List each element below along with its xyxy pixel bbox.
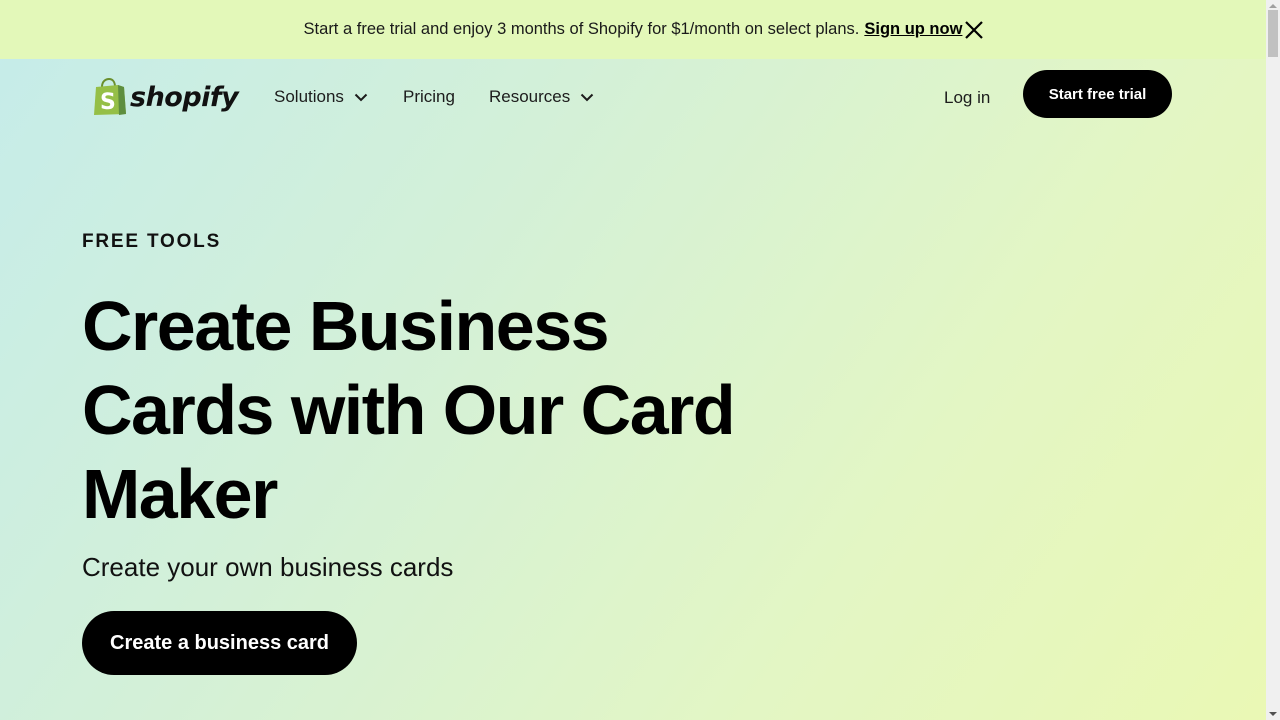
shopify-logo[interactable]: S shopify	[93, 78, 239, 116]
scrollbar-thumb[interactable]	[1268, 10, 1278, 57]
create-business-card-button[interactable]: Create a business card	[82, 611, 357, 675]
chevron-down-icon	[354, 93, 368, 101]
headline-line: Cards with Our Card	[82, 371, 736, 449]
subheading: Create your own business cards	[82, 552, 454, 582]
login-link[interactable]: Log in	[944, 88, 990, 108]
promo-message: Start a free trial and enjoy 3 months of…	[303, 20, 860, 38]
svg-text:S: S	[100, 90, 116, 115]
nav-item-label: Resources	[489, 87, 571, 106]
promo-banner: Start a free trial and enjoy 3 months of…	[0, 0, 1266, 59]
page: Start a free trial and enjoy 3 months of…	[0, 0, 1266, 720]
nav-item-label: Pricing	[403, 87, 455, 106]
main-nav: S shopify Solutions Pricing Resources Lo…	[0, 59, 1266, 137]
start-free-trial-button[interactable]: Start free trial	[1023, 70, 1172, 118]
nav-item-pricing[interactable]: Pricing	[403, 87, 455, 107]
chevron-down-icon	[581, 93, 594, 101]
logo-text: shopify	[130, 81, 239, 113]
nav-item-resources[interactable]: Resources	[489, 87, 594, 107]
close-icon	[965, 21, 983, 39]
nav-item-solutions[interactable]: Solutions	[274, 87, 368, 107]
nav-item-label: Solutions	[274, 87, 344, 106]
close-banner-button[interactable]	[962, 18, 986, 42]
scroll-up-icon[interactable]	[1269, 4, 1277, 8]
sign-up-link[interactable]: Sign up now	[864, 20, 962, 39]
eyebrow-label: FREE TOOLS	[82, 231, 222, 252]
headline-line: Create Business	[82, 287, 610, 365]
page-title: Create Business Cards with Our Card Make…	[82, 284, 802, 536]
vertical-scrollbar[interactable]	[1266, 0, 1280, 720]
headline-line: Maker	[82, 455, 278, 533]
scroll-down-icon[interactable]	[1269, 712, 1277, 716]
shopping-bag-icon: S	[94, 78, 126, 115]
